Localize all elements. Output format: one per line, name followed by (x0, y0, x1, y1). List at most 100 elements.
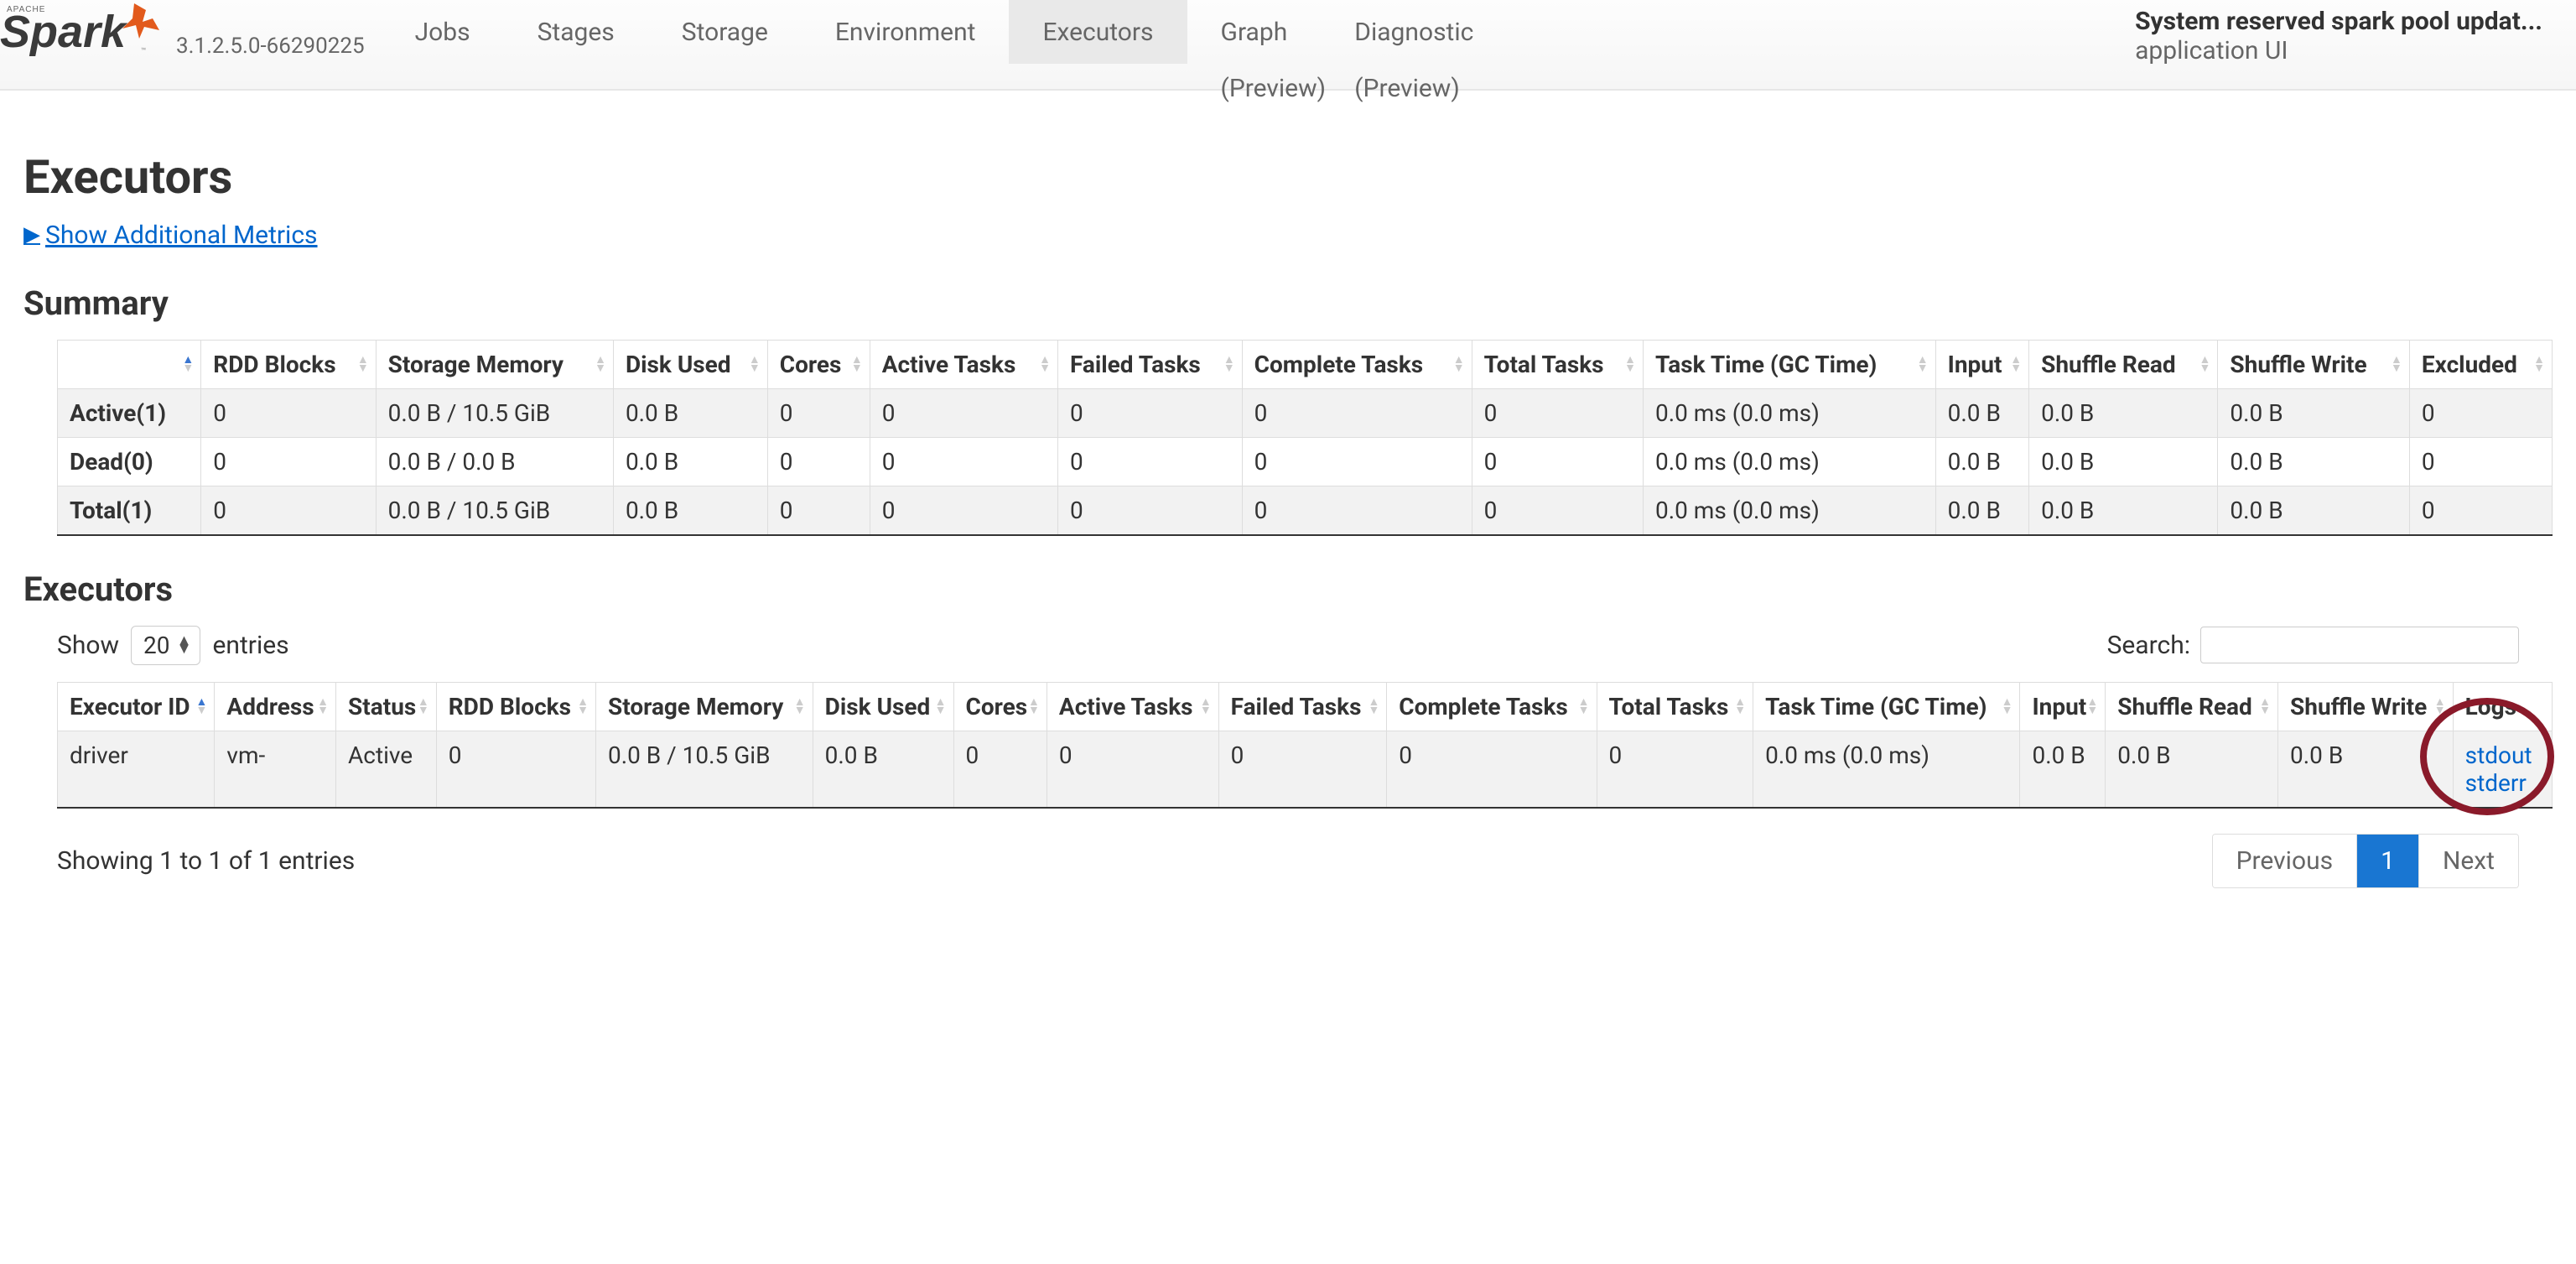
summary-col-header[interactable]: Storage Memory▲▼ (376, 340, 613, 388)
executors-cell: 0.0 B (2020, 731, 2106, 808)
executors-col-header[interactable]: Complete Tasks▲▼ (1387, 682, 1597, 731)
executors-cell: driver (58, 731, 215, 808)
executors-col-header[interactable]: Shuffle Read▲▼ (2106, 682, 2278, 731)
tab-label: Environment (835, 18, 976, 47)
summary-cell: 0 (1472, 486, 1643, 535)
summary-col-header[interactable]: Complete Tasks▲▼ (1242, 340, 1472, 388)
search-input[interactable] (2200, 627, 2519, 663)
svg-text:Spark: Spark (0, 7, 128, 57)
executors-heading: Executors (23, 570, 2553, 609)
summary-col-header[interactable]: RDD Blocks ▲▼ (201, 340, 376, 388)
executors-table: Executor ID▲▼Address▲▼Status▲▼RDD Blocks… (57, 682, 2553, 809)
page-1-button[interactable]: 1 (2356, 835, 2418, 887)
executors-col-header[interactable]: Active Tasks▲▼ (1046, 682, 1218, 731)
summary-col-header[interactable]: Task Time (GC Time)▲▼ (1643, 340, 1935, 388)
summary-cell: 0.0 B (613, 388, 767, 437)
executors-col-header[interactable]: Address▲▼ (215, 682, 336, 731)
summary-cell: 0.0 B / 10.5 GiB (376, 388, 613, 437)
summary-col-header[interactable]: Excluded▲▼ (2409, 340, 2552, 388)
show-label: Show (57, 631, 119, 660)
summary-col-header[interactable]: Disk Used▲▼ (613, 340, 767, 388)
stdout-link[interactable]: stdout (2465, 741, 2540, 769)
summary-col-header[interactable]: ▲▼ (58, 340, 201, 388)
executors-cell: 0.0 B (813, 731, 953, 808)
tab-jobs[interactable]: Jobs (382, 0, 504, 64)
sort-icon: ▲▼ (2199, 356, 2211, 372)
executors-cell: 0 (953, 731, 1046, 808)
executors-col-header[interactable]: RDD Blocks▲▼ (436, 682, 595, 731)
logo-block: APACHE Spark ™ 3.1.2.5.0-66290225 (0, 0, 382, 64)
executors-cell: 0.0 B (2278, 731, 2454, 808)
executors-col-header[interactable]: Total Tasks▲▼ (1597, 682, 1753, 731)
executors-col-header[interactable]: Cores▲▼ (953, 682, 1046, 731)
summary-cell: 0 (1242, 437, 1472, 486)
sort-icon: ▲▼ (1368, 698, 1379, 715)
tab-graph[interactable]: Graph(Preview) (1187, 0, 1322, 64)
summary-cell: 0 (2409, 486, 2552, 535)
summary-col-header[interactable]: Input▲▼ (1935, 340, 2028, 388)
summary-cell: 0.0 ms (0.0 ms) (1643, 486, 1935, 535)
executors-cell: 0.0 ms (0.0 ms) (1753, 731, 2020, 808)
header-label: Shuffle Read (2117, 693, 2252, 720)
sort-icon: ▲▼ (196, 698, 208, 715)
summary-cell: 0.0 B / 0.0 B (376, 437, 613, 486)
summary-col-header[interactable]: Cores▲▼ (767, 340, 870, 388)
summary-cell: 0.0 B (2029, 437, 2218, 486)
tab-sublabel: (Preview) (1221, 74, 1327, 103)
summary-col-header[interactable]: Active Tasks▲▼ (870, 340, 1057, 388)
header-label: RDD Blocks (213, 351, 335, 378)
sort-icon: ▲▼ (2533, 356, 2545, 372)
app-title: System reserved spark pool updat... (2135, 7, 2542, 36)
summary-col-header[interactable]: Failed Tasks▲▼ (1057, 340, 1242, 388)
header-label: Task Time (GC Time) (1655, 351, 1877, 378)
table-controls: Show 20 ▲▼ entries Search: (57, 626, 2553, 665)
header-label: Status (348, 693, 416, 720)
entries-select[interactable]: 20 ▲▼ (131, 626, 200, 665)
summary-col-header[interactable]: Shuffle Write▲▼ (2218, 340, 2409, 388)
sort-icon: ▲▼ (1039, 356, 1051, 372)
summary-col-header[interactable]: Shuffle Read ▲▼ (2029, 340, 2218, 388)
executors-col-header[interactable]: Executor ID▲▼ (58, 682, 215, 731)
executors-col-header[interactable]: Task Time (GC Time)▲▼ (1753, 682, 2020, 731)
header-label: Disk Used (626, 351, 731, 378)
summary-cell: 0.0 B / 10.5 GiB (376, 486, 613, 535)
tab-label: Diagnostic (1354, 18, 1473, 47)
entries-info: Showing 1 to 1 of 1 entries (57, 846, 355, 876)
show-additional-metrics-toggle[interactable]: ▶ Show Additional Metrics (23, 221, 318, 250)
executors-col-header[interactable]: Shuffle Write▲▼ (2278, 682, 2454, 731)
tab-storage[interactable]: Storage (648, 0, 802, 64)
tab-stages[interactable]: Stages (504, 0, 648, 64)
header-label: Complete Tasks (1254, 351, 1424, 378)
tab-label: Jobs (415, 18, 470, 47)
sort-icon: ▲▼ (1200, 698, 1212, 715)
executors-col-header[interactable]: Storage Memory▲▼ (595, 682, 813, 731)
next-button[interactable]: Next (2418, 835, 2518, 887)
sort-icon: ▲▼ (2434, 698, 2446, 715)
summary-cell: 0.0 B (2029, 486, 2218, 535)
pagination: Previous 1 Next (2212, 834, 2519, 888)
previous-button[interactable]: Previous (2213, 835, 2357, 887)
summary-cell: 0.0 B (1935, 486, 2028, 535)
stderr-link[interactable]: stderr (2465, 769, 2540, 797)
header-label: Shuffle Read (2041, 351, 2176, 378)
tab-diagnostic[interactable]: Diagnostic(Preview) (1321, 0, 1507, 64)
executors-cell: 0.0 B / 10.5 GiB (595, 731, 813, 808)
header-label: Logs (2465, 693, 2516, 720)
summary-cell: 0 (1057, 486, 1242, 535)
executors-col-header[interactable]: Logs (2453, 682, 2552, 731)
sort-icon: ▲▼ (357, 356, 369, 372)
table-footer: Showing 1 to 1 of 1 entries Previous 1 N… (57, 834, 2519, 888)
summary-row-label: Dead(0) (58, 437, 201, 486)
executors-col-header[interactable]: Input▲▼ (2020, 682, 2106, 731)
executors-col-header[interactable]: Disk Used▲▼ (813, 682, 953, 731)
summary-col-header[interactable]: Total Tasks▲▼ (1472, 340, 1643, 388)
tab-executors[interactable]: Executors (1009, 0, 1187, 64)
summary-cell: 0.0 B (2218, 437, 2409, 486)
summary-cell: 0 (1242, 388, 1472, 437)
executors-col-header[interactable]: Failed Tasks▲▼ (1218, 682, 1387, 731)
tab-environment[interactable]: Environment (802, 0, 1010, 64)
executors-col-header[interactable]: Status▲▼ (336, 682, 437, 731)
executors-cell: 0 (1046, 731, 1218, 808)
header-label: Failed Tasks (1070, 351, 1201, 378)
executors-cell: 0 (1597, 731, 1753, 808)
